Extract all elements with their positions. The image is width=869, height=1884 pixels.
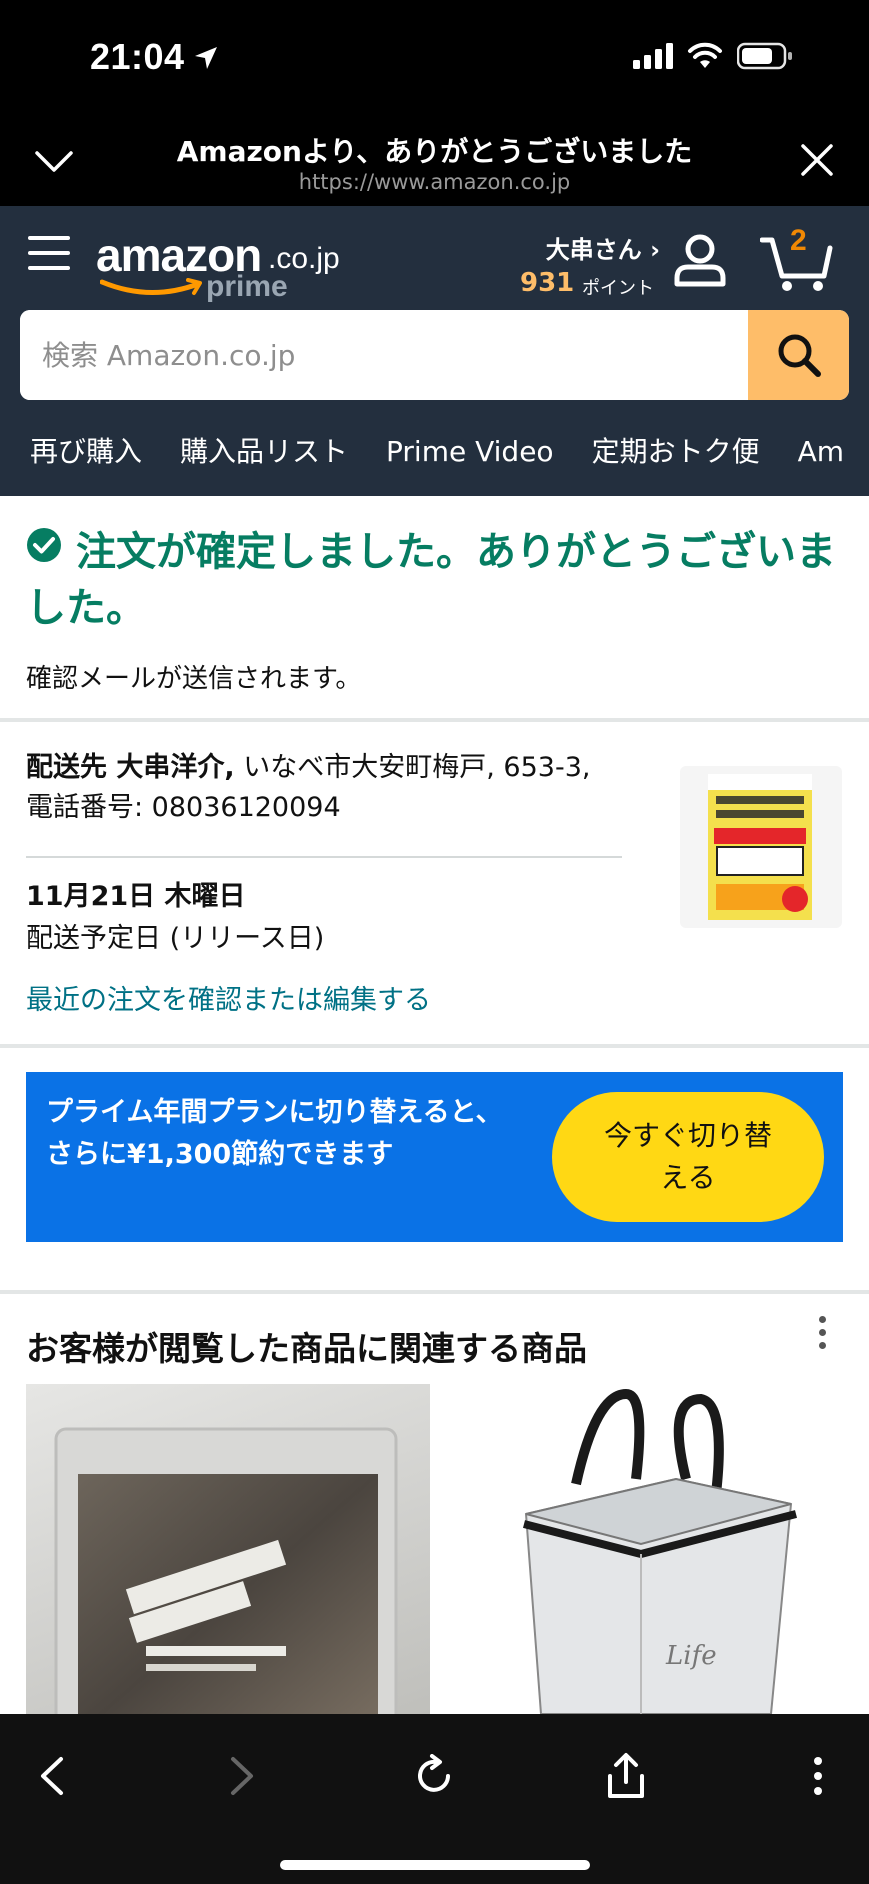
confirmation-subtitle: 確認メールが送信されます。 [26,664,362,694]
nav-item-more[interactable]: Am [798,422,844,482]
reload-icon[interactable] [404,1746,464,1806]
status-time: 21:04 [90,36,219,80]
account-name: 大串さん › [545,236,660,264]
delivery-info: 配送先 大串洋介, いなべ市大安町梅戸, 653-3, 電話番号: 080361… [0,722,869,1044]
nav-item-purchase-list[interactable]: 購入品リスト [180,422,348,482]
confirmation-title: 注文が確定しました。ありがとうございました。 [26,524,843,636]
edit-orders-link[interactable]: 最近の注文を確認または編集する [26,978,431,1017]
product-carousel: Life [26,1384,843,1714]
amazon-header: amazon .co.jp prime 大串さん › 931 ポイント 2 再び… [0,206,869,496]
account-link[interactable]: 大串さん › 931 ポイント [520,224,670,304]
nav-item-prime-video[interactable]: Prime Video [386,422,554,482]
shipping-address: 配送先 大串洋介, いなべ市大安町梅戸, 653-3, 電話番号: 080361… [26,748,626,828]
status-bar: 21:04 [0,0,869,118]
delivery-date-note: 配送予定日 (リリース日) [26,923,325,954]
promo-section: プライム年間プランに切り替えると、さらに¥1,300節約できます 今すぐ切り替え… [0,1048,869,1290]
check-circle-icon [26,522,62,578]
forward-icon[interactable] [212,1746,272,1806]
amazon-prime-logo[interactable]: amazon .co.jp prime [96,224,340,304]
points-label: ポイント [582,278,654,299]
product-image-storage-bag[interactable]: Life [466,1384,843,1714]
share-icon[interactable] [596,1746,656,1806]
browser-toolbar [0,1714,869,1884]
cellular-signal-icon [633,43,673,73]
close-icon[interactable] [799,142,835,178]
search-input[interactable] [20,310,748,400]
browser-bar: Amazonより、ありがとうございました https://www.amazon.… [0,118,869,206]
prime-annual-promo: プライム年間プランに切り替えると、さらに¥1,300節約できます 今すぐ切り替え… [26,1072,843,1242]
browser-url: https://www.amazon.co.jp [298,170,571,194]
product-thumbnail[interactable] [680,766,842,928]
status-time-text: 21:04 [90,36,185,77]
search-button[interactable] [748,310,849,400]
location-arrow-icon [193,38,219,80]
related-title: お客様が閲覧した商品に関連する商品 [26,1329,587,1368]
related-products: お客様が閲覧した商品に関連する商品 Life [0,1294,869,1714]
nav-item-buy-again[interactable]: 再び購入 [30,422,142,482]
shipping-label: 配送先 大串洋介, [26,752,235,783]
user-icon[interactable] [672,232,728,288]
page-content: 注文が確定しました。ありがとうございました。 確認メールが送信されます。 配送先… [0,496,869,1714]
points-count: 931 [520,268,575,298]
home-indicator[interactable] [280,1860,590,1870]
book-cover-image [708,774,812,920]
hamburger-menu-icon[interactable] [28,236,70,276]
logo-prime: prime [206,270,288,303]
browser-title: Amazonより、ありがとうございました [176,135,693,168]
order-confirmation: 注文が確定しました。ありがとうございました。 確認メールが送信されます。 [0,496,869,718]
status-icons [633,42,793,74]
confirmation-title-text: 注文が確定しました。ありがとうございました。 [26,529,836,631]
svg-text:Life: Life [665,1641,717,1671]
more-options-icon[interactable] [819,1316,829,1356]
menu-dots-icon[interactable] [788,1746,848,1806]
search-icon [778,334,821,377]
promo-text: プライム年間プランに切り替えると、さらに¥1,300節約できます [46,1097,503,1170]
product-image-multi-sheet[interactable] [26,1384,430,1714]
cart-icon [760,237,833,291]
wifi-icon [687,42,723,74]
battery-icon [736,42,793,74]
switch-now-button[interactable]: 今すぐ切り替える [552,1092,824,1222]
nav-row: 再び購入 購入品リスト Prime Video 定期おトク便 Am [0,422,869,482]
nav-item-subscribe-save[interactable]: 定期おトク便 [592,422,760,482]
back-icon[interactable] [22,1746,82,1806]
cart-button[interactable]: 2 [760,224,834,294]
delivery-date: 11月21日 木曜日 [26,881,246,912]
switch-now-label: 今すぐ切り替える [603,1119,772,1194]
divider [26,856,622,858]
search-bar [20,310,849,400]
